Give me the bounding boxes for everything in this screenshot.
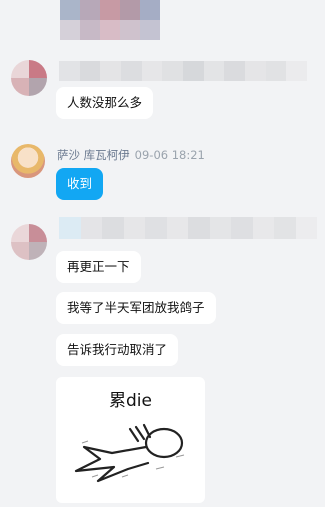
- message-bubble[interactable]: 告诉我行动取消了: [56, 334, 179, 366]
- message-text: 收到: [67, 176, 93, 191]
- blurred-sender-name: [59, 217, 317, 239]
- sticker-message[interactable]: 累die: [56, 377, 205, 503]
- message-text: 人数没那么多: [67, 95, 143, 110]
- blurred-avatar-icon[interactable]: [11, 224, 47, 260]
- message-bubble[interactable]: 再更正一下: [56, 251, 141, 283]
- blurred-avatar-icon[interactable]: [11, 60, 47, 96]
- message-bubble[interactable]: 人数没那么多: [56, 87, 154, 119]
- message-bubble[interactable]: 我等了半天军团放我鸽子: [56, 292, 216, 324]
- sender-name: 萨沙 库瓦柯伊: [57, 148, 130, 162]
- message-timestamp: 09-06 18:21: [134, 148, 205, 162]
- sender-header: 萨沙 库瓦柯伊 09-06 18:21: [57, 147, 205, 163]
- tired-figure-icon: [74, 423, 185, 483]
- blurred-image-fragment[interactable]: [60, 0, 160, 40]
- blurred-sender-name: [59, 61, 307, 81]
- message-text: 再更正一下: [67, 259, 130, 274]
- message-bubble[interactable]: 收到: [56, 168, 104, 200]
- message-text: 我等了半天军团放我鸽子: [67, 300, 205, 315]
- message-text: 告诉我行动取消了: [67, 342, 168, 357]
- anime-avatar-icon[interactable]: [11, 144, 45, 178]
